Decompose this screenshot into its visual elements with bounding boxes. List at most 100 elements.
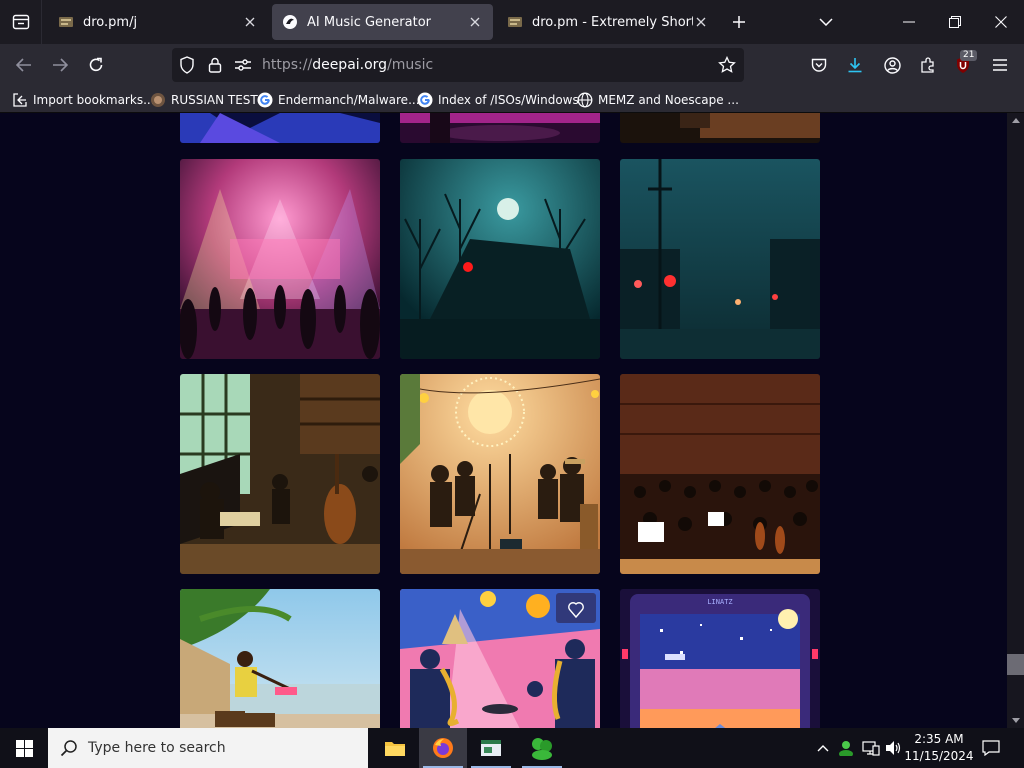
close-icon [470,17,480,27]
bookmark-memz[interactable]: MEMZ and Noescape ... [577,91,739,109]
gallery-image-concert[interactable] [180,159,380,359]
globe-icon [577,92,593,108]
reload-button[interactable] [80,49,112,81]
windows-taskbar: Type here to search 2:35 AM 11/15/2024 [0,728,1024,768]
tab-title: dro.pm/j [83,14,138,30]
close-window-button[interactable] [978,0,1024,44]
pocket-button[interactable] [803,49,835,81]
pocket-icon [811,58,827,72]
search-icon [60,740,77,757]
puzzle-icon [921,57,934,73]
taskbar-firefox[interactable] [419,728,467,768]
scrollbar-thumb[interactable] [1007,654,1024,675]
tab-list-icon [12,14,29,30]
downloads-button[interactable] [839,49,871,81]
speaker-icon [886,741,901,755]
app-window-icon [481,740,501,756]
close-icon [245,17,255,27]
back-button[interactable] [8,49,40,81]
tab-ai-music-generator[interactable]: AI Music Generator [272,4,493,40]
tray-volume-icon[interactable] [884,738,904,758]
taskbar-bonzi-app[interactable] [518,728,566,768]
site-favicon [508,17,522,27]
tab-title: AI Music Generator [307,14,431,30]
plus-icon [733,16,745,28]
minimize-button[interactable] [886,0,932,44]
bookmarks-toolbar: Import bookmarks... RUSSIAN TEST Enderma… [0,86,1024,113]
show-hidden-icons-button[interactable] [813,738,833,758]
arrow-right-icon [53,58,68,72]
lock-icon[interactable] [206,56,224,74]
favorite-button[interactable] [556,593,596,623]
permissions-icon[interactable] [234,56,252,74]
gallery-image-string-lights[interactable] [400,374,600,574]
gallery-image-beach-flute[interactable] [180,589,380,728]
chevron-down-icon [819,18,833,26]
chevron-up-icon [817,744,829,751]
navigation-toolbar: https://deepai.org/music [0,44,1024,86]
green-character-icon [532,738,552,760]
tab-dro-pm-j[interactable]: dro.pm/j [48,4,268,40]
list-all-tabs-button[interactable] [803,0,849,44]
account-icon [883,56,901,74]
bookmark-label: Endermanch/Malware... [278,93,420,107]
tab-close-button[interactable] [242,14,258,30]
gallery-image-partial[interactable] [400,113,600,143]
gallery-image-saxophone-poster[interactable] [400,589,600,728]
gallery-image-partial[interactable] [180,113,380,143]
taskbar-file-explorer[interactable] [371,728,419,768]
bookmark-label: Import bookmarks... [33,93,155,107]
tray-people-icon[interactable] [836,738,856,758]
close-icon [696,17,706,27]
folder-icon [385,742,405,756]
clock-time: 2:35 AM [914,732,964,746]
url-bar[interactable]: https://deepai.org/music [172,48,744,82]
extensions-button[interactable] [912,49,944,81]
tab-dro-pm-short-links[interactable]: dro.pm - Extremely Short Links [497,4,719,40]
app-menu-button[interactable] [984,49,1016,81]
tab-close-button[interactable] [693,14,709,30]
gallery-image-partial[interactable] [620,113,820,143]
tab-title: dro.pm - Extremely Short Links [532,14,693,30]
gallery-image-foggy-street[interactable] [620,159,820,359]
url-text[interactable]: https://deepai.org/music [262,57,433,73]
url-host: deepai.org [312,57,388,73]
restore-button[interactable] [932,0,978,44]
tray-network-icon[interactable] [861,738,881,758]
google-icon [417,92,433,108]
bookmark-import[interactable]: Import bookmarks... [12,91,155,109]
taskbar-app-window[interactable] [467,728,515,768]
url-path: /music [387,57,434,73]
taskbar-clock[interactable]: 2:35 AM 11/15/2024 [904,731,974,765]
bookmark-label: RUSSIAN TEST [171,93,258,107]
page-scrollbar[interactable] [1007,113,1024,728]
search-placeholder: Type here to search [88,740,226,756]
page-content: LINATZ [0,113,1007,728]
new-tab-button[interactable] [716,0,762,44]
download-icon [848,58,862,73]
gallery-image-jazz-library[interactable] [180,374,380,574]
action-center-button[interactable] [981,738,1001,758]
forward-button[interactable] [44,49,76,81]
account-button[interactable] [876,49,908,81]
clock-date: 11/15/2024 [904,749,974,763]
tab-list-button[interactable] [0,0,42,44]
restore-icon [949,16,961,28]
bookmark-endermanch[interactable]: Endermanch/Malware... [257,91,420,109]
scroll-down-arrow[interactable] [1007,713,1024,728]
extensions-count-badge: 21 [960,50,978,61]
scroll-up-arrow[interactable] [1007,113,1024,128]
close-icon [995,16,1007,28]
gallery-image-orchestra[interactable] [620,374,820,574]
bookmark-index-isos[interactable]: Index of /ISOs/Windows [417,91,579,109]
start-button[interactable] [0,728,48,768]
bookmark-russian-test[interactable]: RUSSIAN TEST [150,91,258,109]
bookmark-star-icon[interactable] [718,56,736,74]
taskbar-search-box[interactable]: Type here to search [48,728,368,768]
bookmark-label: Index of /ISOs/Windows [438,93,579,107]
gallery-image-dark-forest[interactable] [400,159,600,359]
shield-icon[interactable] [178,56,196,74]
site-favicon [59,17,73,27]
tab-close-button[interactable] [467,14,483,30]
gallery-image-pixel-arcade[interactable]: LINATZ [620,589,820,728]
